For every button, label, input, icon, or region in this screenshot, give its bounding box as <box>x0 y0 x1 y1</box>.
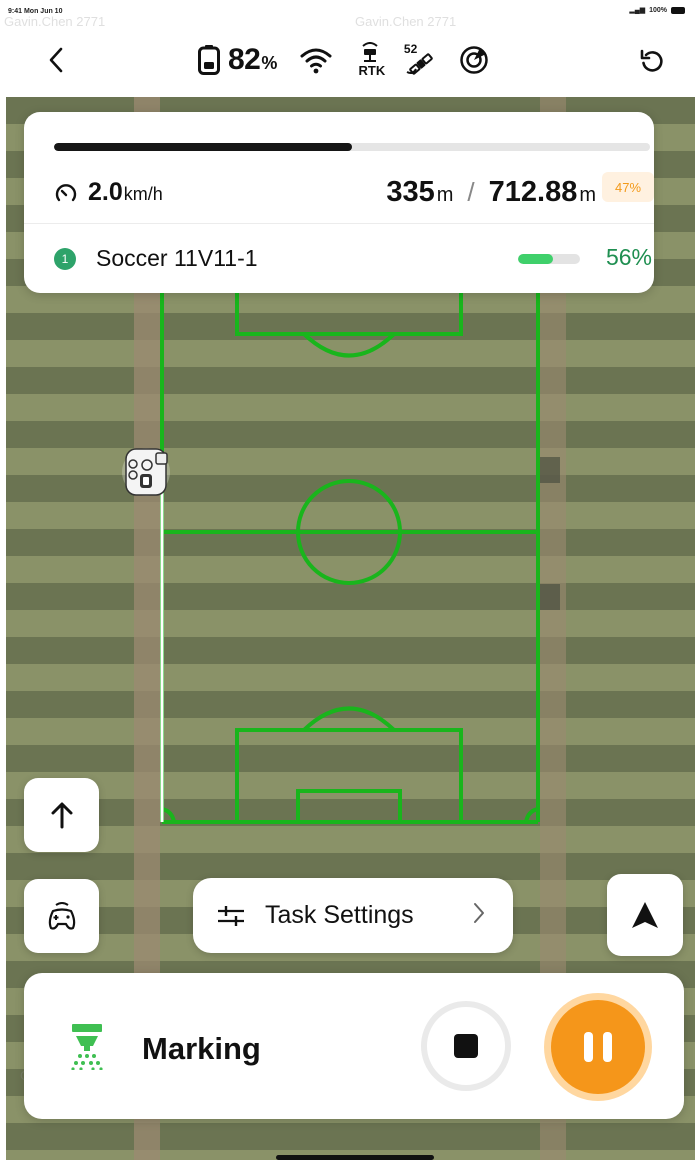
back-button[interactable] <box>38 40 74 80</box>
percent-badge: 47% <box>602 172 654 202</box>
task-progress-bar <box>518 254 580 264</box>
task-number-badge: 1 <box>54 248 76 270</box>
battery-percentage: 82% <box>228 43 277 76</box>
status-bar: 9:41 Mon Jun 10 ▂▄▆ 100% <box>0 0 695 22</box>
overall-progress-bar <box>54 143 650 151</box>
radar-icon <box>460 46 488 74</box>
speed-unit: km/h <box>123 184 163 204</box>
speed-display: 2.0 km/h <box>54 178 163 207</box>
top-toolbar: 82% RTK 52 <box>0 30 695 90</box>
sliders-icon <box>218 905 244 926</box>
task-name: Soccer 11V11-1 <box>96 245 258 271</box>
stop-icon <box>454 1034 478 1058</box>
overall-progress-fill <box>54 143 352 151</box>
pause-bar <box>584 1032 593 1062</box>
distance-total-unit: m <box>579 184 596 206</box>
task-percent: 56% <box>605 244 652 270</box>
progress-card: 2.0 km/h 335 m / 712.88 m 47% 1 Soccer 1… <box>24 112 654 293</box>
battery-icon <box>198 45 220 75</box>
task-progress-fill <box>518 254 553 264</box>
pause-bar <box>603 1032 612 1062</box>
marking-sprayer-icon <box>71 1024 103 1070</box>
control-panel: Marking <box>24 973 684 1119</box>
status-battery-icon <box>671 6 685 14</box>
wifi-icon <box>300 48 332 74</box>
remote-control-button[interactable] <box>24 879 99 953</box>
recenter-up-button[interactable] <box>24 778 99 852</box>
stop-button[interactable] <box>421 1001 511 1091</box>
distance-display: 335 m / 712.88 m <box>386 176 596 209</box>
back-icon <box>49 47 63 73</box>
satellite-icon: 52 <box>401 42 437 78</box>
task-settings-label: Task Settings <box>265 901 414 929</box>
rtk-icon: RTK <box>355 42 385 78</box>
gamepad-icon <box>48 902 75 930</box>
arrow-up-icon <box>51 802 72 829</box>
distance-total: 712.88 <box>488 176 578 208</box>
rtk-label: RTK <box>358 63 386 78</box>
navigation-arrow-icon <box>632 902 658 928</box>
refresh-icon <box>640 49 663 72</box>
status-battery-text: 100% <box>649 6 667 14</box>
app-screen: 9:41 Mon Jun 10 ▂▄▆ 100% 82% RTK 52 Gavi… <box>0 0 695 1160</box>
task-settings-button[interactable]: Task Settings <box>193 878 513 953</box>
device-status-group: 82% RTK 52 <box>198 38 489 82</box>
mode-label: Marking <box>142 1031 261 1066</box>
status-time: 9:41 Mon Jun 10 <box>8 8 63 15</box>
home-indicator[interactable] <box>276 1155 434 1160</box>
distance-done: 335 <box>386 176 435 208</box>
signal-icon: ▂▄▆ <box>629 7 646 14</box>
distance-separator: / <box>467 177 475 207</box>
card-divider <box>24 223 654 224</box>
satellite-count: 52 <box>403 42 418 56</box>
status-indicators: ▂▄▆ 100% <box>629 6 685 14</box>
refresh-button[interactable] <box>632 42 672 80</box>
pause-icon <box>551 1000 645 1094</box>
distance-done-unit: m <box>436 184 454 206</box>
chevron-right-icon <box>474 903 484 923</box>
speed-value: 2.0 <box>88 178 123 206</box>
pause-button[interactable] <box>544 993 652 1101</box>
speedometer-icon <box>55 183 77 201</box>
robot-marker-icon <box>122 448 170 496</box>
navigation-button[interactable] <box>607 874 683 956</box>
